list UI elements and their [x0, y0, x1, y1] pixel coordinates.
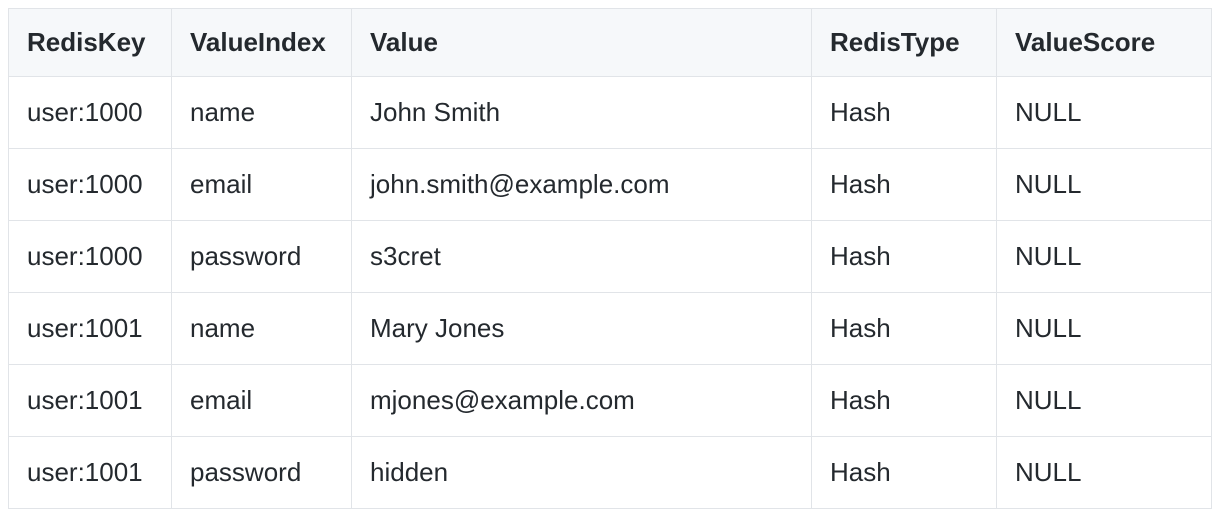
table-body: user:1000 name John Smith Hash NULL user…	[9, 77, 1212, 509]
cell-rediskey: user:1001	[9, 365, 172, 437]
cell-redistype: Hash	[812, 437, 997, 509]
cell-redistype: Hash	[812, 365, 997, 437]
cell-value: Mary Jones	[352, 293, 812, 365]
cell-rediskey: user:1001	[9, 293, 172, 365]
table-row: user:1001 name Mary Jones Hash NULL	[9, 293, 1212, 365]
column-header-value: Value	[352, 9, 812, 77]
cell-redistype: Hash	[812, 149, 997, 221]
table-row: user:1000 password s3cret Hash NULL	[9, 221, 1212, 293]
column-header-valuescore: ValueScore	[997, 9, 1212, 77]
cell-value: John Smith	[352, 77, 812, 149]
cell-valueindex: password	[172, 221, 352, 293]
cell-valuescore: NULL	[997, 221, 1212, 293]
cell-valuescore: NULL	[997, 437, 1212, 509]
cell-rediskey: user:1000	[9, 77, 172, 149]
table-row: user:1001 password hidden Hash NULL	[9, 437, 1212, 509]
cell-valueindex: password	[172, 437, 352, 509]
cell-redistype: Hash	[812, 77, 997, 149]
cell-valuescore: NULL	[997, 365, 1212, 437]
cell-rediskey: user:1001	[9, 437, 172, 509]
cell-valueindex: name	[172, 77, 352, 149]
cell-redistype: Hash	[812, 221, 997, 293]
table-header-row: RedisKey ValueIndex Value RedisType Valu…	[9, 9, 1212, 77]
table-row: user:1000 name John Smith Hash NULL	[9, 77, 1212, 149]
cell-rediskey: user:1000	[9, 221, 172, 293]
column-header-redistype: RedisType	[812, 9, 997, 77]
column-header-valueindex: ValueIndex	[172, 9, 352, 77]
cell-value: john.smith@example.com	[352, 149, 812, 221]
cell-valuescore: NULL	[997, 293, 1212, 365]
cell-value: s3cret	[352, 221, 812, 293]
cell-valuescore: NULL	[997, 77, 1212, 149]
table-row: user:1001 email mjones@example.com Hash …	[9, 365, 1212, 437]
cell-rediskey: user:1000	[9, 149, 172, 221]
cell-valueindex: name	[172, 293, 352, 365]
cell-valueindex: email	[172, 365, 352, 437]
cell-redistype: Hash	[812, 293, 997, 365]
cell-value: hidden	[352, 437, 812, 509]
table-row: user:1000 email john.smith@example.com H…	[9, 149, 1212, 221]
cell-value: mjones@example.com	[352, 365, 812, 437]
column-header-rediskey: RedisKey	[9, 9, 172, 77]
cell-valueindex: email	[172, 149, 352, 221]
data-table: RedisKey ValueIndex Value RedisType Valu…	[8, 8, 1212, 509]
cell-valuescore: NULL	[997, 149, 1212, 221]
